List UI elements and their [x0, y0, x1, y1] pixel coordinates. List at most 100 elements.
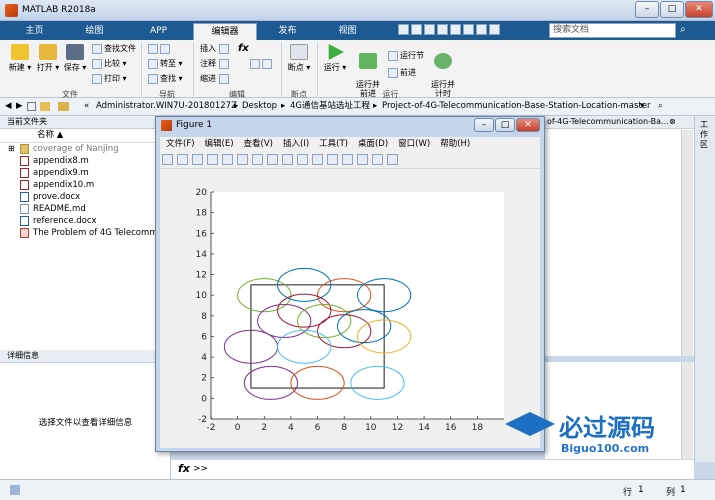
menu-help[interactable]: 帮助(H)	[440, 139, 470, 149]
close-button[interactable]: ✕	[685, 1, 713, 18]
pan-hand-icon[interactable]	[267, 154, 278, 165]
paste-icon[interactable]	[437, 24, 448, 35]
goto-button[interactable]: 转至 ▾	[148, 58, 183, 70]
undo-icon[interactable]	[450, 24, 461, 35]
print-figure-icon[interactable]	[207, 154, 218, 165]
menu-insert[interactable]: 插入(I)	[283, 139, 309, 149]
file-name: README.md	[33, 204, 86, 214]
data-cursor-icon[interactable]	[297, 154, 308, 165]
help-icon[interactable]	[489, 24, 500, 35]
run-button[interactable]: 运行 ▾	[322, 44, 348, 73]
list-item[interactable]: reference.docx	[0, 215, 170, 227]
cut-icon[interactable]	[411, 24, 422, 35]
run-section-icon	[388, 50, 398, 61]
tab-plots[interactable]: 绘图	[72, 23, 117, 40]
insert-button[interactable]: 插入	[200, 43, 231, 55]
zoom-in-icon[interactable]	[237, 154, 248, 165]
x-tick-label: 12	[392, 423, 403, 433]
maximize-button[interactable]: □	[660, 1, 684, 18]
tab-apps[interactable]: APP	[136, 23, 181, 40]
advance-button[interactable]: 前进	[388, 67, 416, 79]
back-forward-buttons[interactable]	[148, 43, 172, 55]
editor-scrollbar[interactable]	[681, 130, 693, 356]
print-button[interactable]: 打印 ▾	[92, 73, 127, 85]
folder-icon	[20, 144, 29, 154]
menu-window[interactable]: 窗口(W)	[398, 139, 430, 149]
edit-extra-icons[interactable]	[250, 58, 274, 70]
list-item[interactable]: prove.docx	[0, 191, 170, 203]
find-icon	[148, 73, 158, 84]
list-item[interactable]: ⊞ coverage of Nanjing	[0, 143, 170, 155]
zoom-out-icon[interactable]	[252, 154, 263, 165]
name-column-header[interactable]: 名称 ▲	[0, 129, 170, 143]
open-file-icon[interactable]	[177, 154, 188, 165]
folder-up-icon[interactable]	[27, 102, 36, 111]
new-figure-icon[interactable]	[162, 154, 173, 165]
figure-maximize-button[interactable]: □	[495, 118, 515, 132]
comment-button[interactable]: 注释	[200, 58, 231, 70]
menu-desktop[interactable]: 桌面(D)	[358, 139, 388, 149]
indent-button[interactable]: 缩进	[200, 73, 231, 85]
list-item[interactable]: appendix10.m	[0, 179, 170, 191]
switch-windows-icon[interactable]	[476, 24, 487, 35]
list-item[interactable]: The Problem of 4G Telecommu	[0, 227, 170, 239]
open-button[interactable]: 打开 ▾	[34, 44, 62, 73]
path-segment[interactable]: Project-of-4G-Telecommunication-Base-Sta…	[382, 98, 651, 115]
browse-folder-icon[interactable]	[40, 102, 50, 111]
tab-editor[interactable]: 编辑器	[193, 23, 257, 40]
menu-view[interactable]: 查看(V)	[244, 139, 273, 149]
find-button[interactable]: 查找 ▾	[148, 73, 183, 85]
save-icon[interactable]	[398, 24, 409, 35]
save-button[interactable]: 保存 ▾	[62, 44, 88, 73]
editor-area[interactable]: of-4G-Telecommunication-Ba... ⊗	[545, 116, 694, 356]
minimize-button[interactable]: –	[635, 1, 659, 18]
copy-icon[interactable]	[424, 24, 435, 35]
fx-icon[interactable]: fx	[178, 462, 190, 475]
compare-button[interactable]: 比较 ▾	[92, 58, 127, 70]
workspace-label[interactable]: 工作区	[700, 120, 710, 150]
new-icon	[11, 44, 29, 60]
tab-publish[interactable]: 发布	[265, 23, 310, 40]
run-section-button[interactable]: 运行节	[388, 50, 424, 62]
show-plot-tools-icon[interactable]	[387, 154, 398, 165]
menu-file[interactable]: 文件(F)	[166, 139, 195, 149]
back-arrow-icon[interactable]: ◀	[5, 98, 12, 115]
find-files-button[interactable]: 查找文件	[92, 43, 136, 55]
list-item[interactable]: appendix9.m	[0, 167, 170, 179]
legend-icon[interactable]	[357, 154, 368, 165]
path-dropdown-icon[interactable]: ▾	[640, 98, 644, 115]
brush-icon[interactable]	[312, 154, 323, 165]
menu-tools[interactable]: 工具(T)	[319, 139, 348, 149]
path-segment[interactable]: Administrator.WIN7U-20180127Z	[96, 98, 237, 115]
editor-close-icon[interactable]: ⊗	[669, 117, 676, 126]
figure-canvas[interactable]: -2 0 2 4 6 8 10 12 14 16 18 -2 0 2 4 6 8 10 12 14 16 18 20	[160, 169, 540, 448]
new-button[interactable]: 新建 ▾	[6, 44, 34, 73]
link-plot-icon[interactable]	[327, 154, 338, 165]
redo-icon[interactable]	[463, 24, 474, 35]
figure-minimize-button[interactable]: –	[474, 118, 494, 132]
list-item[interactable]: README.md	[0, 203, 170, 215]
save-figure-icon[interactable]	[192, 154, 203, 165]
path-segment[interactable]: 4G通信基站选址工程	[290, 98, 370, 115]
rotate-3d-icon[interactable]	[282, 154, 293, 165]
list-item[interactable]: appendix8.m	[0, 155, 170, 167]
workspace-strip[interactable]: 工作区	[694, 116, 715, 462]
forward-arrow-icon[interactable]: ▶	[16, 98, 23, 115]
breakpoints-button[interactable]: 断点 ▾	[286, 44, 312, 73]
expand-icon[interactable]: ⊞	[8, 143, 15, 155]
figure-window[interactable]: Figure 1 – □ ✕ 文件(F) 编辑(E) 查看(V) 插入(I) 工具(T)…	[155, 116, 545, 452]
fx-insert-function-icon[interactable]: fx	[238, 43, 249, 54]
menu-edit[interactable]: 编辑(E)	[205, 139, 234, 149]
search-icon[interactable]: ⌕	[680, 24, 686, 35]
tab-home[interactable]: 主页	[12, 23, 57, 40]
pointer-icon[interactable]	[222, 154, 233, 165]
path-segment[interactable]: Desktop	[242, 98, 277, 115]
figure-close-button[interactable]: ✕	[516, 118, 540, 132]
tab-view[interactable]: 视图	[325, 23, 370, 40]
hide-plot-tools-icon[interactable]	[372, 154, 383, 165]
search-input[interactable]: 搜索文档	[549, 23, 676, 38]
x-tick-label: 18	[472, 423, 484, 433]
search-path-icon[interactable]: ⌕	[658, 98, 663, 115]
colorbar-icon[interactable]	[342, 154, 353, 165]
plot-area[interactable]: -2 0 2 4 6 8 10 12 14 16 18 -2 0 2 4 6 8 10 12 14 16 18 20	[160, 169, 540, 448]
